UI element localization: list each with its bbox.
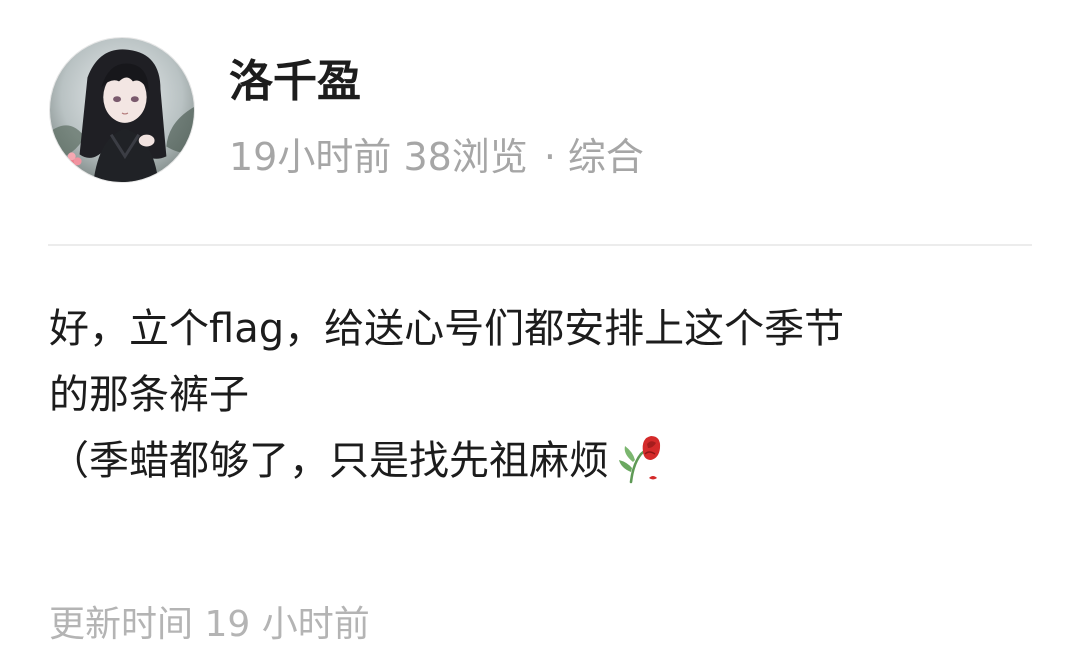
updated-time: 更新时间 19 小时前	[49, 604, 370, 645]
wilted-rose-icon	[619, 436, 661, 484]
post-text: （季蜡都够了，只是找先祖麻烦	[49, 438, 609, 484]
author-name[interactable]: 洛千盈	[229, 52, 361, 112]
post-text-line: 的那条裤子	[49, 372, 249, 418]
post-page: 洛千盈 19小时前 38浏览 · 综合 好，立个flag，给送心号们都安排上这个季节…	[0, 0, 1080, 652]
view-count: 38浏览	[403, 135, 528, 179]
time-ago: 19小时前	[229, 135, 392, 179]
category-label[interactable]: 综合	[568, 135, 644, 179]
post-text-line: （季蜡都够了，只是找先祖麻烦	[49, 428, 1039, 494]
anime-girl-avatar-icon	[50, 38, 194, 182]
author-avatar[interactable]	[49, 37, 195, 183]
meta-separator: ·	[543, 135, 556, 179]
header-divider	[48, 244, 1032, 246]
post-content: 好，立个flag，给送心号们都安排上这个季节 的那条裤子 （季蜡都够了，只是找先…	[49, 296, 1039, 494]
post-text-line: 好，立个flag，给送心号们都安排上这个季节	[49, 306, 845, 352]
post-meta: 19小时前 38浏览 · 综合	[229, 130, 644, 184]
